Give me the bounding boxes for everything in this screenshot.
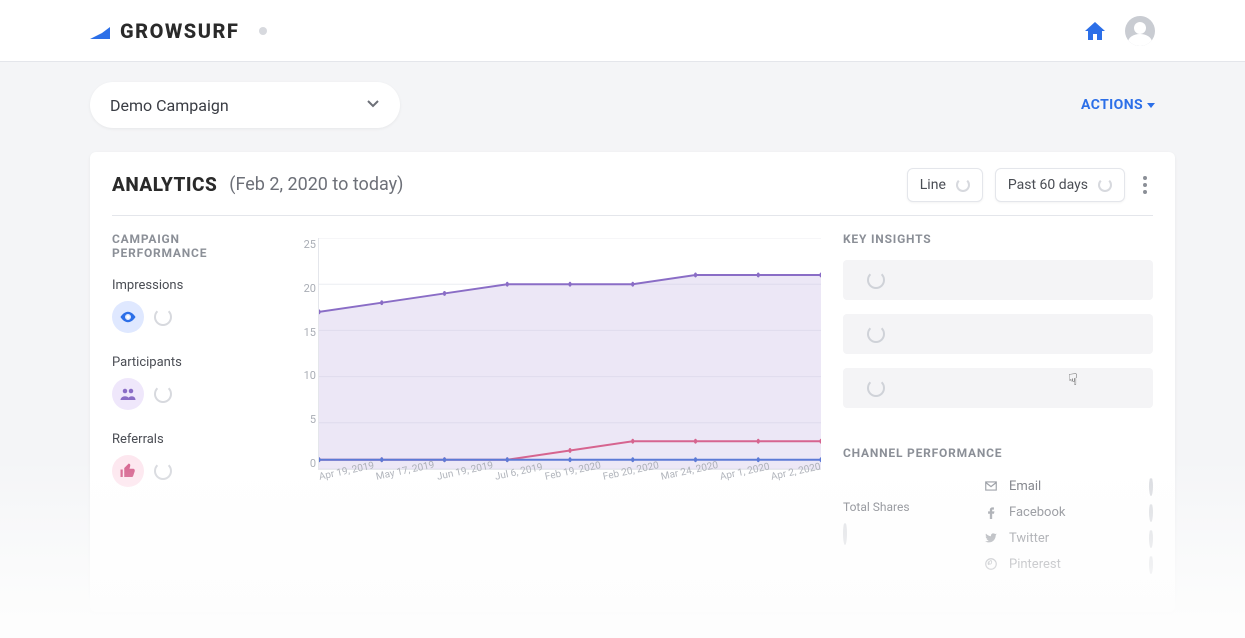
channel-label: Facebook — [1009, 505, 1065, 520]
spinner-icon — [1149, 477, 1153, 496]
spinner-icon — [154, 385, 172, 403]
metric-impressions: Impressions — [112, 278, 272, 333]
campaign-selected-label: Demo Campaign — [110, 96, 229, 115]
total-shares: Total Shares — [843, 478, 943, 572]
spinner-icon — [154, 462, 172, 480]
brand-name: GROWSURF — [120, 19, 239, 43]
chart-type-label: Line — [920, 177, 946, 193]
email-icon — [983, 478, 999, 494]
eye-icon[interactable] — [112, 301, 144, 333]
toolbar: Demo Campaign ACTIONS — [0, 62, 1245, 142]
brand: GROWSURF — [90, 19, 267, 43]
avatar-icon[interactable] — [1125, 16, 1155, 46]
logo-icon — [90, 23, 110, 39]
channel-item: Pinterest — [983, 556, 1153, 572]
timerange-label: Past 60 days — [1008, 177, 1088, 193]
channel-performance: CHANNEL PERFORMANCE Total Shares Email Fa… — [843, 446, 1153, 572]
metric-participants: Participants — [112, 355, 272, 410]
chart-y-ticks: 2520151050 — [286, 238, 316, 470]
spinner-icon — [1149, 555, 1153, 574]
channels-list: Email Facebook Twitter Pinterest — [983, 478, 1153, 572]
key-insight-loading — [843, 260, 1153, 300]
metric-toggles: CAMPAIGN PERFORMANCE Impressions Partici… — [112, 232, 272, 572]
caret-down-icon — [1147, 103, 1155, 108]
metric-label: Participants — [112, 355, 272, 370]
timerange-select[interactable]: Past 60 days — [995, 168, 1125, 202]
channel-item: Email — [983, 478, 1153, 494]
chart-x-ticks: Apr 19, 2019May 17, 2019Jun 19, 2019Jul … — [318, 472, 821, 498]
section-key-insights: KEY INSIGHTS — [843, 232, 1153, 246]
chart-area: 2520151050 Apr 19, 2019May 17, 2019Jun 1… — [294, 232, 821, 572]
key-insight-loading — [843, 368, 1153, 408]
channel-label: Twitter — [1009, 531, 1049, 546]
analytics-range: (Feb 2, 2020 to today) — [229, 174, 403, 195]
metric-label: Referrals — [112, 432, 272, 447]
metric-referrals: Referrals — [112, 432, 272, 487]
analytics-header: ANALYTICS (Feb 2, 2020 to today) Line Pa… — [112, 172, 1153, 216]
spinner-icon — [154, 308, 172, 326]
channel-item: Twitter — [983, 530, 1153, 546]
topbar: GROWSURF — [0, 0, 1245, 62]
analytics-title: ANALYTICS — [112, 173, 217, 196]
home-icon[interactable] — [1083, 20, 1107, 42]
pinterest-icon — [983, 556, 999, 572]
spinner-icon — [1149, 529, 1153, 548]
chevron-down-icon — [366, 96, 380, 115]
spinner-icon — [867, 379, 885, 397]
right-panel: KEY INSIGHTS CHANNEL PERFORMANCE Total S… — [843, 232, 1153, 572]
spinner-icon — [867, 325, 885, 343]
thumbs-up-icon[interactable] — [112, 455, 144, 487]
channel-label: Pinterest — [1009, 557, 1061, 572]
spinner-icon — [867, 271, 885, 289]
metric-label: Impressions — [112, 278, 272, 293]
total-shares-label: Total Shares — [843, 500, 943, 514]
facebook-icon — [983, 504, 999, 520]
channel-label: Email — [1009, 479, 1041, 494]
status-dot-icon — [259, 27, 267, 35]
analytics-card: ANALYTICS (Feb 2, 2020 to today) Line Pa… — [90, 152, 1175, 612]
twitter-icon — [983, 530, 999, 546]
spinner-icon — [1098, 178, 1112, 192]
actions-dropdown[interactable]: ACTIONS — [1081, 97, 1155, 113]
campaign-select[interactable]: Demo Campaign — [90, 82, 400, 128]
spinner-icon — [1149, 503, 1153, 522]
topbar-actions — [1083, 16, 1155, 46]
key-insight-loading — [843, 314, 1153, 354]
chart-type-select[interactable]: Line — [907, 168, 983, 202]
more-menu[interactable] — [1137, 170, 1153, 200]
people-icon[interactable] — [112, 378, 144, 410]
spinner-icon — [843, 522, 847, 545]
actions-label: ACTIONS — [1081, 97, 1143, 113]
section-campaign-perf: CAMPAIGN PERFORMANCE — [112, 232, 272, 260]
section-channel-perf: CHANNEL PERFORMANCE — [843, 446, 1153, 460]
channel-item: Facebook — [983, 504, 1153, 520]
chart-plot — [318, 238, 821, 470]
spinner-icon — [956, 178, 970, 192]
